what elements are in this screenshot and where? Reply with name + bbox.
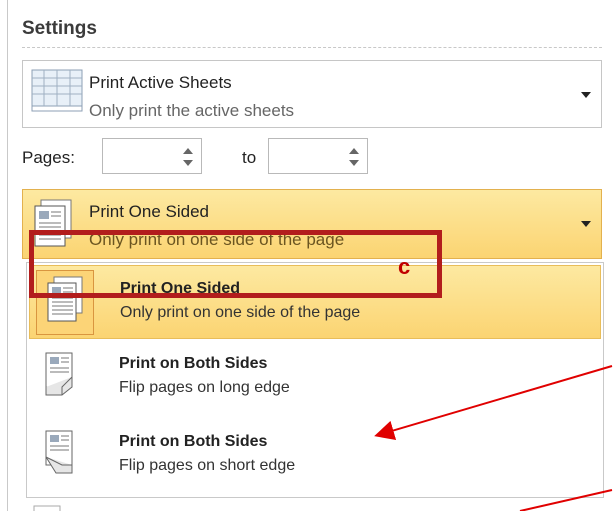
annotation-arrow xyxy=(374,365,613,441)
annotation-arrows xyxy=(374,365,613,511)
annotation-arrow-line xyxy=(519,489,613,511)
